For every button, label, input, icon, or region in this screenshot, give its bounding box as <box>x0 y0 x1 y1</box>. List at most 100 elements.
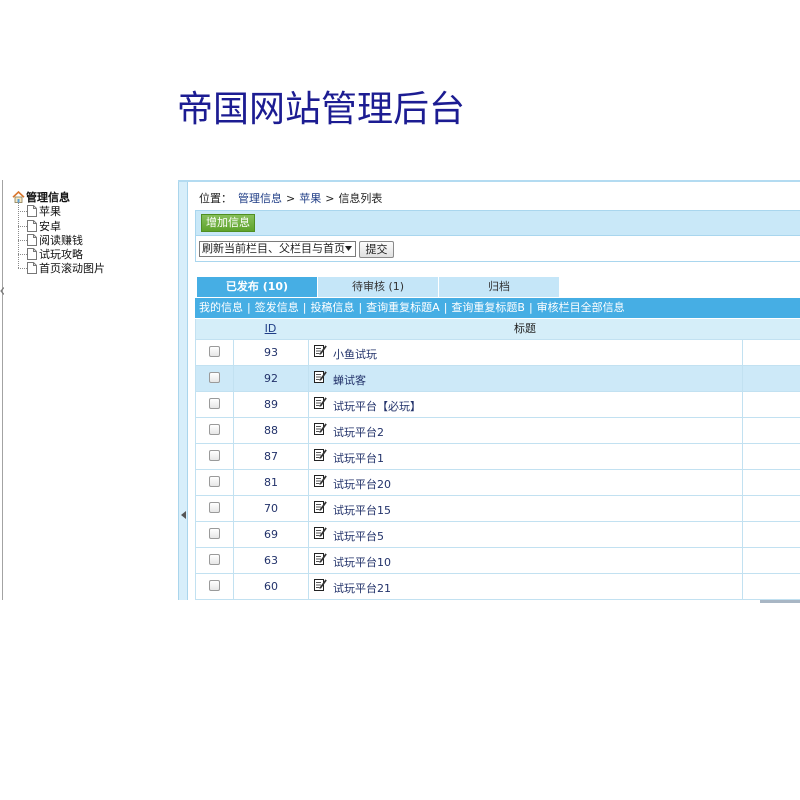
title-cell: 小鱼试玩 <box>308 340 742 365</box>
title-link[interactable]: 试玩平台21 <box>333 582 391 596</box>
collapse-sidebar-icon[interactable] <box>181 511 186 519</box>
filter-link-bar: 我的信息 | 签发信息 | 投稿信息 | 查询重复标题A | 查询重复标题B | 审核栏目全部信息 <box>195 298 800 318</box>
sort-by-id-link[interactable]: ID <box>265 322 277 335</box>
row-checkbox[interactable] <box>209 372 220 383</box>
title-cell: 试玩平台2 <box>308 418 742 443</box>
extra-cell <box>742 574 800 599</box>
add-info-button[interactable]: 增加信息 <box>201 214 255 232</box>
id-cell: 92 <box>233 366 308 391</box>
filter-separator: | <box>358 301 363 314</box>
table-row[interactable]: 87 试玩平台1 <box>196 444 800 470</box>
edit-icon[interactable] <box>314 578 327 591</box>
row-checkbox[interactable] <box>209 450 220 461</box>
tree-item-trial-guide[interactable]: 试玩攻略 <box>18 247 83 261</box>
document-icon <box>27 248 37 260</box>
edit-icon[interactable] <box>314 552 327 565</box>
edit-icon[interactable] <box>314 370 327 383</box>
table-row[interactable]: 63 试玩平台10 <box>196 548 800 574</box>
filter-duplicate-title-b[interactable]: 查询重复标题B <box>451 301 525 314</box>
tree-item-label: 首页滚动图片 <box>39 262 105 275</box>
select-cell <box>196 340 233 365</box>
select-cell <box>196 574 233 599</box>
title-cell: 试玩平台10 <box>308 548 742 573</box>
breadcrumb-link-apple[interactable]: 苹果 <box>299 192 321 205</box>
tree-connector <box>18 239 27 241</box>
table-row[interactable]: 92 蝉试客 <box>196 366 800 392</box>
title-link[interactable]: 试玩平台1 <box>333 452 384 466</box>
filter-submitted-info[interactable]: 投稿信息 <box>310 301 354 314</box>
submit-button[interactable]: 提交 <box>359 241 394 258</box>
filter-review-all[interactable]: 审核栏目全部信息 <box>537 301 625 314</box>
extra-cell <box>742 548 800 573</box>
tree-item-apple[interactable]: 苹果 <box>18 204 61 218</box>
select-cell <box>196 392 233 417</box>
refresh-select[interactable]: 刷新当前栏目、父栏目与首页 <box>199 241 356 257</box>
document-icon <box>27 262 37 274</box>
row-checkbox[interactable] <box>209 398 220 409</box>
row-checkbox[interactable] <box>209 502 220 513</box>
refresh-select-value: 刷新当前栏目、父栏目与首页 <box>202 242 345 255</box>
tree-item-read-earn[interactable]: 阅读赚钱 <box>18 233 83 247</box>
extra-cell <box>742 470 800 495</box>
title-link[interactable]: 试玩平台5 <box>333 530 384 544</box>
tree-item-android[interactable]: 安卓 <box>18 219 61 233</box>
row-checkbox[interactable] <box>209 424 220 435</box>
table-row[interactable]: 60 试玩平台21 <box>196 574 800 600</box>
table-row[interactable]: 88 试玩平台2 <box>196 418 800 444</box>
breadcrumb-prefix: 位置： <box>199 192 232 205</box>
tree-item-home-slider[interactable]: 首页滚动图片 <box>18 261 105 275</box>
edit-icon[interactable] <box>314 526 327 539</box>
title-link[interactable]: 试玩平台10 <box>333 556 391 570</box>
select-cell <box>196 496 233 521</box>
title-cell: 试玩平台5 <box>308 522 742 547</box>
row-checkbox[interactable] <box>209 580 220 591</box>
tree-root-manage-info[interactable]: 管理信息 <box>12 190 70 204</box>
title-link[interactable]: 试玩平台【必玩】 <box>333 400 421 414</box>
row-checkbox[interactable] <box>209 346 220 357</box>
id-cell: 87 <box>233 444 308 469</box>
breadcrumb-link-manage-info[interactable]: 管理信息 <box>238 192 282 205</box>
edit-icon[interactable] <box>314 500 327 513</box>
table-row[interactable]: 81 试玩平台20 <box>196 470 800 496</box>
title-cell: 试玩平台1 <box>308 444 742 469</box>
table-row[interactable]: 70 试玩平台15 <box>196 496 800 522</box>
row-checkbox[interactable] <box>209 476 220 487</box>
id-cell: 69 <box>233 522 308 547</box>
title-link[interactable]: 试玩平台20 <box>333 478 391 492</box>
edit-icon[interactable] <box>314 448 327 461</box>
filter-duplicate-title-a[interactable]: 查询重复标题A <box>366 301 440 314</box>
id-cell: 81 <box>233 470 308 495</box>
filter-my-info[interactable]: 我的信息 <box>199 301 243 314</box>
table-row[interactable]: 93 小鱼试玩 <box>196 340 800 366</box>
horizontal-scrollbar[interactable] <box>760 600 800 603</box>
tab-published[interactable]: 已发布 (10) <box>197 277 317 297</box>
title-link[interactable]: 小鱼试玩 <box>333 348 377 362</box>
extra-cell <box>742 366 800 391</box>
title-cell: 试玩平台20 <box>308 470 742 495</box>
select-cell <box>196 366 233 391</box>
edit-icon[interactable] <box>314 422 327 435</box>
title-link[interactable]: 试玩平台15 <box>333 504 391 518</box>
title-link[interactable]: 蝉试客 <box>333 374 366 388</box>
title-link[interactable]: 试玩平台2 <box>333 426 384 440</box>
id-cell: 89 <box>233 392 308 417</box>
table-row[interactable]: 69 试玩平台5 <box>196 522 800 548</box>
edit-icon[interactable] <box>314 344 327 357</box>
table-header: ID 标题 <box>196 319 800 340</box>
admin-frame: 管理信息 苹果 安卓 阅读赚钱 试玩攻略 首页滚动图片 位置： 管理信息 > 苹… <box>0 180 800 603</box>
edit-icon[interactable] <box>314 396 327 409</box>
row-checkbox[interactable] <box>209 528 220 539</box>
breadcrumb-separator: > <box>286 192 296 205</box>
frame-left-border <box>2 180 3 600</box>
sidebar-splitter[interactable] <box>178 182 188 600</box>
extra-cell <box>742 418 800 443</box>
main-content: 位置： 管理信息 > 苹果 > 信息列表 增加信息 刷新当前栏目、父栏目与首页 提交 已发… <box>190 182 800 600</box>
table-row[interactable]: 89 试玩平台【必玩】 <box>196 392 800 418</box>
edit-icon[interactable] <box>314 474 327 487</box>
row-checkbox[interactable] <box>209 554 220 565</box>
id-cell: 63 <box>233 548 308 573</box>
filter-issued-info[interactable]: 签发信息 <box>255 301 299 314</box>
breadcrumb-current: 信息列表 <box>338 192 383 205</box>
tab-pending-review[interactable]: 待审核 (1) <box>318 277 438 297</box>
tab-archive[interactable]: 归档 <box>439 277 559 297</box>
